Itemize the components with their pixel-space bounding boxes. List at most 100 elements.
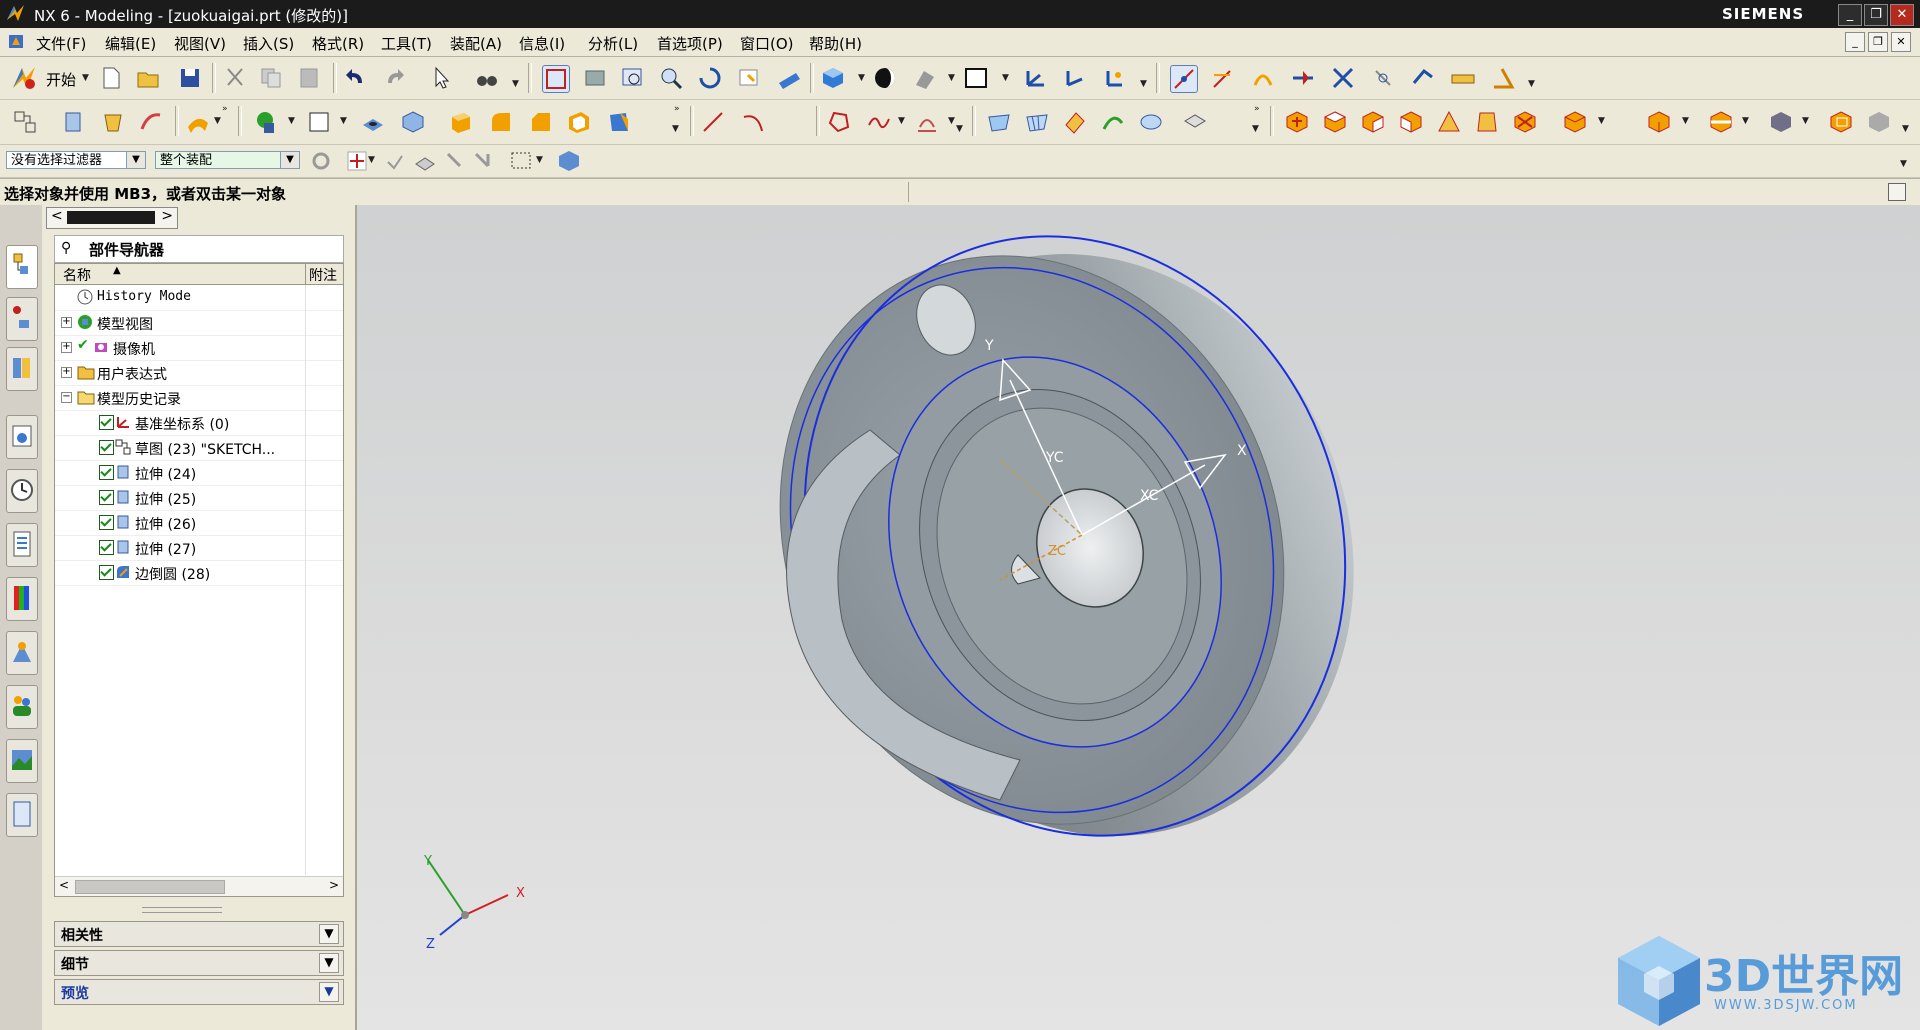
datum-plane-icon[interactable] (252, 109, 278, 135)
tree-row-extrude-26[interactable]: 拉伸 (26) (55, 510, 343, 536)
navigator-scroller[interactable]: < > (46, 207, 178, 229)
scroll-left-icon[interactable]: < (59, 878, 69, 892)
details-panel[interactable]: 细节 ▼ (54, 950, 344, 976)
menu-help[interactable]: 帮助(H) (809, 33, 862, 54)
menu-analysis[interactable]: 分析(L) (588, 33, 638, 54)
restore-button[interactable]: ❐ (1864, 4, 1888, 26)
shaded-sphere-icon[interactable] (872, 65, 898, 91)
view-back-icon[interactable] (1512, 109, 1538, 135)
view-iso-icon[interactable] (1436, 109, 1462, 135)
menu-information[interactable]: 信息(I) (519, 33, 565, 54)
zoom-region-icon[interactable] (620, 65, 646, 91)
chamfer-icon[interactable] (528, 109, 554, 135)
palettes-tab[interactable] (6, 577, 38, 621)
mesh-surface-icon[interactable] (1024, 109, 1050, 135)
save-icon[interactable] (177, 65, 203, 91)
tree-row-user-expressions[interactable]: + 用户表达式 (55, 360, 343, 386)
pin-icon[interactable]: ⚲ (61, 240, 71, 256)
measure-angle-icon[interactable] (1490, 65, 1516, 91)
through-curves-icon[interactable] (986, 109, 1012, 135)
orient-view-icon[interactable] (912, 65, 938, 91)
visibility-checkbox[interactable] (99, 565, 114, 580)
menu-window[interactable]: 窗口(O) (740, 33, 794, 54)
view-right-icon[interactable] (1360, 109, 1386, 135)
tree-row-sketch[interactable]: 草图 (23) "SKETCH... (55, 435, 343, 461)
mdi-restore-button[interactable]: ❐ (1868, 32, 1888, 52)
scroll-right-icon[interactable]: > (161, 208, 173, 224)
tree-row-cameras[interactable]: + ✔ 摄像机 (55, 335, 343, 361)
process-studio-tab[interactable] (6, 631, 38, 675)
visibility-checkbox[interactable] (99, 540, 114, 555)
datum-csys-icon[interactable] (306, 109, 332, 135)
sketch-icon[interactable] (12, 109, 38, 135)
expand-icon[interactable]: + (61, 317, 72, 328)
assembly-navigator-tab[interactable] (6, 245, 38, 289)
selection-cursor-icon[interactable] (428, 65, 454, 91)
pan-icon[interactable] (736, 65, 762, 91)
edge-blend-icon[interactable] (488, 109, 514, 135)
preview-panel[interactable]: 预览 ▼ (54, 979, 344, 1005)
start-button[interactable]: 开始 (46, 69, 76, 90)
tree-row-edge-blend[interactable]: 边倒圆 (28) (55, 560, 343, 586)
minimize-button[interactable]: _ (1838, 4, 1862, 26)
quadrant-icon[interactable] (1370, 65, 1396, 91)
reuse-library-tab[interactable] (6, 347, 38, 391)
spline-icon[interactable] (866, 109, 892, 135)
line-icon[interactable] (700, 109, 726, 135)
mdi-close-button[interactable]: ✕ (1891, 32, 1911, 52)
fullscreen-icon[interactable] (1888, 183, 1906, 201)
tree-row-extrude-27[interactable]: 拉伸 (27) (55, 535, 343, 561)
curve-ops-icon[interactable] (914, 109, 940, 135)
filter-settings-icon[interactable] (308, 148, 330, 170)
select-edge-icon[interactable] (470, 148, 492, 170)
arc-snap-icon[interactable] (1250, 65, 1276, 91)
wcs-origin-icon[interactable] (1022, 65, 1048, 91)
midpoint-icon[interactable] (1290, 65, 1316, 91)
view-top-icon[interactable] (1322, 109, 1348, 135)
rectangle-select-icon[interactable] (508, 148, 531, 170)
app-menu-icon[interactable] (8, 33, 26, 51)
menu-assembly[interactable]: 装配(A) (450, 33, 502, 54)
select-body-icon[interactable] (412, 148, 435, 171)
snap-point-icon[interactable] (1170, 65, 1198, 93)
draft-icon[interactable] (606, 109, 632, 135)
menu-file[interactable]: 文件(F) (36, 33, 86, 54)
graphics-window[interactable]: Y X YC XC ZC Y X Z 3D世界网 WWW.3DSJW.COM (357, 205, 1920, 1030)
scope-dropdown[interactable]: 整个装配 ▼ (155, 151, 300, 169)
scroll-right-icon[interactable]: > (329, 878, 339, 892)
expand-icon[interactable]: + (61, 367, 72, 378)
visual-report-tab[interactable] (6, 793, 38, 837)
offset-surface-icon[interactable] (1100, 109, 1126, 135)
measure-distance-icon[interactable] (1450, 65, 1476, 91)
web-browser-tab[interactable] (6, 415, 38, 459)
wcs-dynamic-icon[interactable] (1062, 65, 1088, 91)
part-model[interactable]: Y X YC XC ZC Y X Z (357, 205, 1920, 1030)
pocket-icon[interactable] (448, 109, 474, 135)
select-feature-icon[interactable] (382, 148, 404, 170)
view-left-icon[interactable] (1398, 109, 1424, 135)
collapse-icon[interactable]: − (61, 392, 72, 403)
sweep-icon[interactable] (138, 109, 164, 135)
static-wireframe-icon[interactable] (1866, 109, 1892, 135)
splitter-grip[interactable] (142, 907, 222, 913)
chevron-down-icon[interactable]: ▼ (319, 953, 339, 973)
part-navigator-tab[interactable] (6, 297, 38, 341)
copy-icon[interactable] (258, 65, 284, 91)
tree-row-extrude-25[interactable]: 拉伸 (25) (55, 485, 343, 511)
zoom-window-icon[interactable] (582, 65, 608, 91)
chevron-down-icon[interactable]: ▼ (319, 982, 339, 1002)
selection-filter-dropdown[interactable]: 没有选择过滤器 ▼ (6, 151, 146, 169)
extrude-icon[interactable] (60, 109, 86, 135)
close-button[interactable]: ✕ (1890, 4, 1914, 26)
tree-row-model-history[interactable]: − 模型历史记录 (55, 385, 343, 411)
column-name-header[interactable]: 名称 (63, 265, 91, 285)
visibility-checkbox[interactable] (99, 490, 114, 505)
fit-view-icon[interactable] (542, 65, 570, 93)
scroll-left-icon[interactable]: < (51, 208, 63, 224)
view-bottom-icon[interactable] (1474, 109, 1500, 135)
general-selection-icon[interactable] (344, 148, 367, 171)
binoculars-icon[interactable] (474, 65, 500, 91)
mdi-minimize-button[interactable]: _ (1845, 32, 1865, 52)
view-trimetric-icon[interactable] (1562, 109, 1588, 135)
open-folder-icon[interactable] (135, 65, 161, 91)
